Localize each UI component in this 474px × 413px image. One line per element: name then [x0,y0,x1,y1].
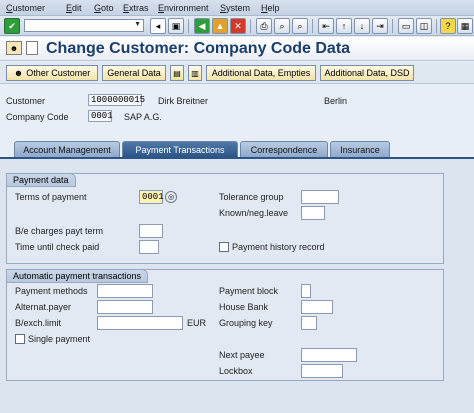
currency-label: EUR [187,318,207,328]
payment-history-checkbox[interactable] [219,242,229,252]
tab-panel: Payment data Terms of payment 0001 ◎ Tol… [0,157,474,413]
find-next-icon[interactable]: ⌕ [292,18,308,34]
menu-customer[interactable]: Customer [6,3,45,13]
value-help-icon[interactable]: ◎ [165,191,177,203]
toolbar-separator [312,19,313,33]
tab-correspondence[interactable]: Correspondence [240,141,328,157]
menu-edit[interactable]: Edit [66,3,82,13]
create-session-icon[interactable]: ▭ [398,18,414,34]
menu-environment[interactable]: Environment [158,3,209,13]
find-icon[interactable]: ⌕ [274,18,290,34]
customize-icon[interactable]: ▦ [457,18,473,34]
bexch-limit-label: B/exch.limit [15,318,62,328]
paste-icon[interactable]: ▥ [188,65,202,81]
company-name: SAP A.G. [124,112,162,122]
bexch-limit-field[interactable] [97,316,183,330]
general-data-button[interactable]: General Data [102,65,166,81]
payment-history-label: Payment history record [232,242,325,252]
be-charges-label: B/e charges payt term [15,226,104,236]
application-toolbar: ☻ Other Customer General Data ▤ ▥ Additi… [0,62,474,84]
payment-data-title: Payment data [6,173,76,187]
time-until-check-field[interactable] [139,240,159,254]
company-code-label: Company Code [6,112,69,122]
single-payment-checkbox[interactable] [15,334,25,344]
tab-strip: Account Management Payment Transactions … [0,141,474,157]
grouping-key-field[interactable] [301,316,317,330]
grouping-key-label: Grouping key [219,318,273,328]
customer-number-field[interactable]: 1000000015 [88,94,145,106]
save-icon[interactable]: ▣ [168,18,184,34]
terms-of-payment-field[interactable]: 0001 [139,190,164,204]
print-icon[interactable]: ⎙ [256,18,272,34]
automatic-payment-group: Automatic payment transactions Payment m… [6,269,444,381]
customer-label: Customer [6,96,46,106]
last-page-icon[interactable]: ⇥ [372,18,388,34]
menu-system[interactable]: System [220,3,250,13]
customer-name: Dirk Breitner [158,96,209,106]
other-customer-button[interactable]: ☻ Other Customer [6,65,98,81]
enter-icon[interactable]: ✔ [4,18,20,34]
payment-block-label: Payment block [219,286,279,296]
customer-icon: ☻ [6,41,22,55]
time-until-check-label: Time until check paid [15,242,100,252]
tab-account-management[interactable]: Account Management [14,141,120,157]
payment-methods-label: Payment methods [15,286,88,296]
copy-icon[interactable]: ▤ [170,65,184,81]
customer-city: Berlin [324,96,348,106]
toolbar-separator [250,19,251,33]
title-bar: ☻ Change Customer: Company Code Data [0,37,474,61]
standard-toolbar: ✔ ▼ ◂ ▣ ◀ ▲ ✕ ⎙ ⌕ ⌕ ⇤ ↑ ↓ ⇥ ▭ ◫ ? ▦ [0,16,474,36]
tab-payment-transactions[interactable]: Payment Transactions [122,141,238,157]
back-icon[interactable]: ◀ [194,18,210,34]
terms-of-payment-label: Terms of payment [15,192,87,202]
document-icon [26,41,38,55]
menu-bar: Customer Edit Goto Extras Environment Sy… [0,0,474,16]
prev-page-icon[interactable]: ↑ [336,18,352,34]
known-neg-leave-field[interactable] [301,206,325,220]
lockbox-field[interactable] [301,364,343,378]
tolerance-group-field[interactable] [301,190,339,204]
history-icon[interactable]: ◂ [150,18,166,34]
exit-icon[interactable]: ▲ [212,18,228,34]
toolbar-separator [392,19,393,33]
first-page-icon[interactable]: ⇤ [318,18,334,34]
company-code-field[interactable]: 0001 [88,110,113,122]
additional-data-dsd-button[interactable]: Additional Data, DSD [320,65,414,81]
house-bank-label: House Bank [219,302,269,312]
payment-block-field[interactable] [301,284,311,298]
house-bank-field[interactable] [301,300,333,314]
tab-insurance[interactable]: Insurance [330,141,390,157]
known-neg-leave-label: Known/neg.leave [219,208,289,218]
automatic-payment-title: Automatic payment transactions [6,269,149,283]
be-charges-field[interactable] [139,224,163,238]
toolbar-separator [436,19,437,33]
next-page-icon[interactable]: ↓ [354,18,370,34]
help-icon[interactable]: ? [440,18,456,34]
next-payee-label: Next payee [219,350,265,360]
menu-extras[interactable]: Extras [123,3,149,13]
cancel-icon[interactable]: ✕ [230,18,246,34]
next-payee-field[interactable] [301,348,357,362]
menu-goto[interactable]: Goto [94,3,114,13]
payment-methods-field[interactable] [97,284,153,298]
menu-help[interactable]: Help [261,3,280,13]
command-field[interactable]: ▼ [24,19,144,32]
alternat-payer-field[interactable] [97,300,153,314]
payment-data-group: Payment data Terms of payment 0001 ◎ Tol… [6,173,444,264]
page-title: Change Customer: Company Code Data [46,40,351,57]
additional-data-empties-button[interactable]: Additional Data, Empties [206,65,316,81]
shortcut-icon[interactable]: ◫ [416,18,432,34]
toolbar-separator [188,19,189,33]
chevron-down-icon[interactable]: ▼ [134,21,141,28]
tolerance-group-label: Tolerance group [219,192,284,202]
single-payment-label: Single payment [28,334,91,344]
alternat-payer-label: Alternat.payer [15,302,72,312]
other-customer-icon: ☻ [13,68,24,78]
lockbox-label: Lockbox [219,366,253,376]
other-customer-label: Other Customer [26,68,91,78]
